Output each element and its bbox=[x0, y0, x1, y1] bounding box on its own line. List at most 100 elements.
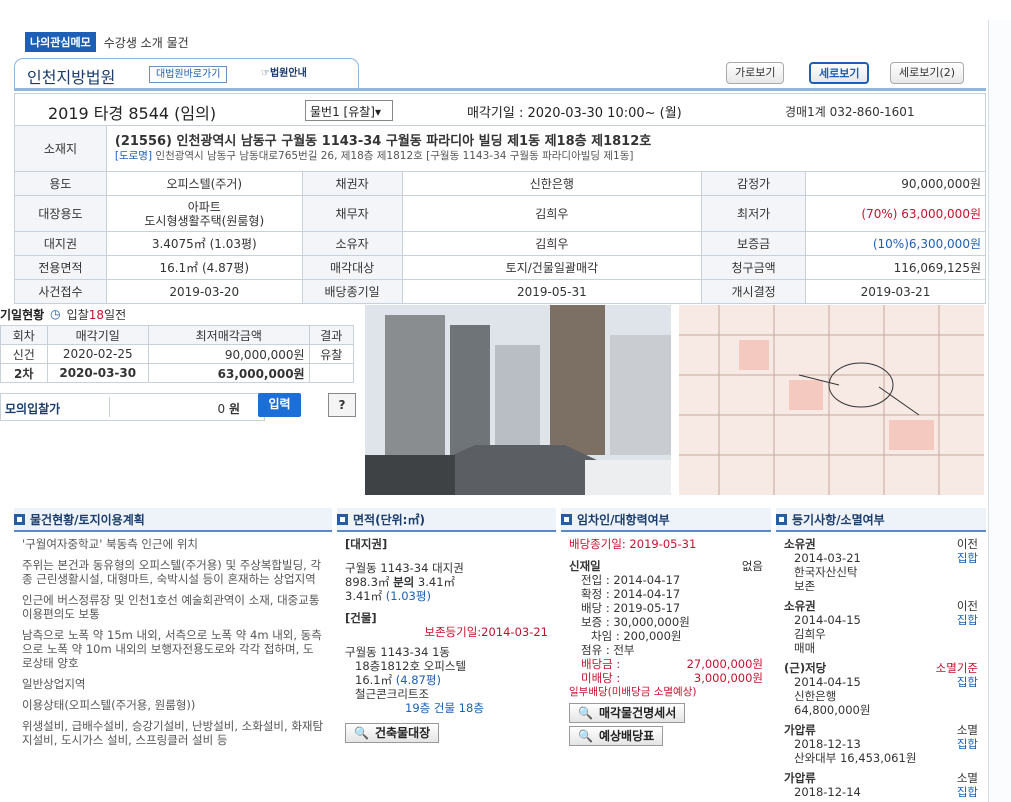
section-bullet-icon bbox=[14, 513, 25, 525]
address-label: 소재지 bbox=[14, 125, 107, 172]
horizontal-view-button[interactable]: 가로보기 bbox=[726, 62, 785, 84]
address-main: (21556) 인천광역시 남동구 구월동 1143-34 구월동 파라디아 빌… bbox=[114, 133, 652, 149]
registry-list: 소유권 이전 2014-03-21 집합 한국자산신탁 보존소유권 이전 2014-04-15… bbox=[776, 532, 986, 798]
registry-entry: 가압류소멸2018-12-14집합신한은행 bbox=[784, 771, 978, 798]
tenant-line: 보증 : 30,000,000원 bbox=[581, 615, 690, 629]
cell: 신건 bbox=[0, 344, 48, 364]
table-row: 2차 2020-03-30 63,000,000원 bbox=[0, 363, 355, 383]
tenant-line: 미배당 :3,000,000원 bbox=[581, 671, 763, 685]
status-line: 위생설비, 급배수설비, 승강기설비, 난방설비, 소화설비, 화재탐지설비, … bbox=[22, 719, 324, 747]
area-section: 면적(단위:㎡) [대지권] 구월동 1143-34 대지권 898.3㎡ 분의… bbox=[337, 508, 556, 798]
registry-entry: 가압류 소멸 2018-12-13 집합 산와대부 16,453,061원 bbox=[784, 723, 978, 765]
section-bullet-icon bbox=[776, 513, 787, 525]
court-bar-divider bbox=[14, 88, 986, 91]
registry-entry: 소유권 이전 2014-04-15 집합 김희우 매매 bbox=[784, 599, 978, 655]
owner-label: 소유자 bbox=[301, 231, 403, 256]
mock-bid-submit-button[interactable]: 입력 bbox=[258, 393, 301, 417]
cell: 유찰 bbox=[308, 344, 355, 364]
tenant-line: 확정 : 2014-04-17 bbox=[581, 587, 681, 601]
building-register-button[interactable]: 🔍 건축물대장 bbox=[345, 723, 440, 743]
my-interest-memo-button[interactable]: 나의관심메모 bbox=[25, 32, 96, 52]
vertical-view-2-button[interactable]: 세로보기(2) bbox=[890, 62, 965, 84]
usage-label: 용도 bbox=[14, 171, 107, 196]
dividend-deadline-label: 배당종기일 bbox=[301, 279, 403, 304]
deposit-value: (10%)6,300,000원 bbox=[805, 231, 986, 256]
court-name: 인천지방법원 bbox=[27, 68, 116, 87]
land-line: 구월동 1143-34 대지권 bbox=[345, 561, 464, 575]
building-line: 19층 건물 18층 bbox=[405, 701, 484, 715]
min-price-label: 최저가 bbox=[701, 195, 807, 232]
info-row: 용도 오피스텔(주거) 채권자 신한은행 감정가 90,000,000원 bbox=[14, 171, 986, 196]
street-photo[interactable] bbox=[365, 305, 671, 495]
tenant-deadline: 배당종기일: 2019-05-31 bbox=[569, 537, 697, 551]
case-filed-value: 2019-03-20 bbox=[105, 279, 303, 304]
case-filed-label: 사건접수 bbox=[14, 279, 107, 304]
appraisal-value: 90,000,000원 bbox=[805, 171, 986, 196]
table-row: 신건 2020-02-25 90,000,000원 유찰 bbox=[0, 344, 355, 364]
street-photo-image bbox=[365, 305, 671, 495]
status-line: 인근에 버스정류장 및 인천1호선 예술회관역이 소재, 대중교통이용편의도 보… bbox=[22, 593, 320, 621]
claim-amount-label: 청구금액 bbox=[701, 255, 807, 280]
section-bullet-icon bbox=[561, 513, 572, 525]
tenant-line: 배당금 :27,000,000원 bbox=[581, 657, 763, 671]
area-text: [대지권] 구월동 1143-34 대지권 898.3㎡ 분의 3.41㎡ 3.… bbox=[337, 532, 556, 748]
cell: 2020-02-25 bbox=[46, 344, 149, 364]
owner-value: 김희우 bbox=[401, 231, 703, 256]
property-status-text: '구월여자중학교' 북동측 인근에 위치 주위는 본건과 동유형의 오피스텔(주… bbox=[14, 532, 332, 759]
creditor-label: 채권자 bbox=[301, 171, 403, 196]
land-line: 898.3㎡ 분의 3.41㎡ bbox=[345, 575, 456, 589]
registry-usage-value: 아파트 도시형생활주택(원룸형) bbox=[105, 195, 303, 232]
search-icon: 🔍 bbox=[354, 726, 369, 740]
court-tab: 인천지방법원 대법원바로가기 ☞법원안내 bbox=[14, 58, 359, 88]
right-sidebar-strip bbox=[988, 20, 1011, 802]
search-icon: 🔍 bbox=[578, 706, 593, 720]
history-table: 회차 매각기일 최저매각금액 결과 신건 2020-02-25 90,000,0… bbox=[0, 325, 355, 383]
claim-amount-value: 116,069,125원 bbox=[805, 255, 986, 280]
status-line: 남측으로 노폭 약 15m 내외, 서측으로 노폭 약 4m 내외, 동측으로 … bbox=[22, 628, 322, 670]
expected-dividend-button[interactable]: 🔍 예상배당표 bbox=[569, 726, 664, 746]
land-right-label: 대지권 bbox=[14, 231, 107, 256]
section-bullet-icon bbox=[337, 513, 348, 525]
cell bbox=[308, 363, 355, 383]
info-row: 전용면적 16.1㎡ (4.87평) 매각대상 토지/건물일괄매각 청구금액 1… bbox=[14, 255, 986, 280]
item-select[interactable]: 물번1 [유찰]▾ bbox=[305, 100, 393, 121]
cadastral-map-image bbox=[679, 305, 984, 495]
land-line: 3.41㎡ (1.03평) bbox=[345, 589, 431, 603]
help-button[interactable]: ? bbox=[328, 393, 356, 417]
location-map[interactable] bbox=[679, 305, 984, 495]
debtor-value: 김희우 bbox=[401, 195, 703, 232]
tenant-text: 배당종기일: 2019-05-31 신재일 없음 전입 : 2014-04-17 … bbox=[561, 532, 771, 751]
case-info-table: 소재지 (21556) 인천광역시 남동구 구월동 1143-34 구월동 파라… bbox=[14, 125, 987, 304]
registry-entry: 소유권 이전 2014-03-21 집합 한국자산신탁 보존 bbox=[784, 537, 978, 593]
address-row: 소재지 (21556) 인천광역시 남동구 구월동 1143-34 구월동 파라… bbox=[14, 125, 987, 172]
tenant-name-row: 신재일 없음 bbox=[569, 559, 763, 573]
usage-value: 오피스텔(주거) bbox=[105, 171, 303, 196]
cell: 90,000,000원 bbox=[147, 344, 310, 364]
info-row: 사건접수 2019-03-20 배당종기일 2019-05-31 개시결정 20… bbox=[14, 279, 986, 304]
mock-bid-input[interactable]: 0 원 bbox=[109, 397, 244, 417]
recommended-items-link[interactable]: 수강생 소개 물건 bbox=[104, 34, 189, 51]
tenant-line: 배당 : 2019-05-17 bbox=[581, 601, 681, 615]
court-department: 경매1계 032-860-1601 bbox=[785, 105, 915, 119]
auction-date: 매각기일 : 2020-03-30 10:00~ (월) bbox=[467, 106, 682, 121]
sale-target-value: 토지/건물일괄매각 bbox=[401, 255, 703, 280]
days-until-bid: 입찰18일전 bbox=[66, 307, 127, 322]
road-name-tag: [도로명] bbox=[114, 149, 153, 162]
cell: 2차 bbox=[0, 363, 48, 383]
commencement-label: 개시결정 bbox=[701, 279, 807, 304]
registry-section: 등기사항/소멸여부 소유권 이전 2014-03-21 집합 한국자산신탁 보존 소유권 이전… bbox=[776, 508, 986, 798]
property-status-section: 물건현황/토지이용계획 '구월여자중학교' 북동측 인근에 위치 주위는 본건과… bbox=[14, 508, 332, 798]
search-icon: 🔍 bbox=[578, 729, 593, 743]
registry-usage-label: 대장용도 bbox=[14, 195, 107, 232]
supreme-court-shortcut-button[interactable]: 대법원바로가기 bbox=[149, 66, 228, 83]
court-notice-link[interactable]: ☞법원안내 bbox=[255, 66, 313, 83]
vertical-view-button[interactable]: 세로보기 bbox=[809, 62, 870, 84]
status-line: 이용상태(오피스텔(주거용, 원룸형)) bbox=[22, 698, 196, 712]
sale-spec-button[interactable]: 🔍 매각물건명세서 bbox=[569, 703, 686, 723]
deposit-label: 보증금 bbox=[701, 231, 807, 256]
registry-entry: (근)저당 소멸기준 2014-04-15 집합 신한은행 64,800,000원 bbox=[784, 661, 978, 717]
tenant-line: 일부배당(미배당금 소멸예상) bbox=[569, 686, 697, 698]
tenant-line: 전입 : 2014-04-17 bbox=[581, 573, 681, 587]
min-price-value: (70%) 63,000,000원 bbox=[805, 195, 986, 232]
history-title-bar: 기일현황 ◷ 입찰18일전 bbox=[0, 305, 126, 323]
